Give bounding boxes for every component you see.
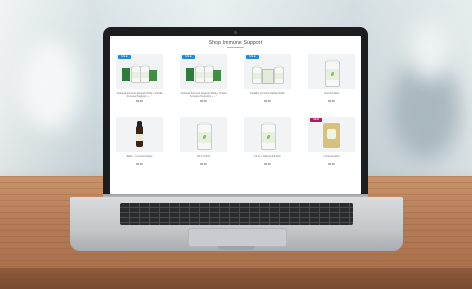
product-name[interactable]: Vit D + Vitamin K2 Zinc xyxy=(244,155,291,162)
product-name[interactable]: "Optimal Immune Support Pack + Power Imm… xyxy=(180,92,227,99)
product-price: $0.00 xyxy=(328,100,335,103)
sale-badge: SALE xyxy=(246,55,259,59)
title-underline xyxy=(227,47,244,48)
product-image[interactable] xyxy=(116,117,163,152)
product-card[interactable]: SALE "Optimal Immune Support Pack + Powe… xyxy=(180,54,227,103)
product-card[interactable]: Vit D + Vitamin K2 Zinc $0.00 xyxy=(244,117,291,166)
product-image[interactable]: SALE xyxy=(116,54,163,89)
product-card[interactable]: Vit C Citrus $0.00 xyxy=(180,117,227,166)
product-image[interactable]: SALE xyxy=(244,54,291,89)
product-image[interactable] xyxy=(308,54,355,89)
product-price: $0.00 xyxy=(264,100,271,103)
new-badge: NEW xyxy=(310,118,323,122)
product-name[interactable]: Elder... Immune Drops xyxy=(116,155,163,162)
product-card[interactable]: NEW Immune Flora $0.00 xyxy=(308,117,355,166)
product-card[interactable]: SALE "Healthy Immune Starter Pack" $0.00 xyxy=(244,54,291,103)
laptop-base xyxy=(70,197,403,251)
product-name[interactable]: Vit C Citrus xyxy=(180,155,227,162)
background-blur xyxy=(410,20,450,80)
background-blur xyxy=(20,40,80,130)
lid-notch xyxy=(218,246,255,250)
table-edge xyxy=(0,268,472,289)
product-image[interactable] xyxy=(180,117,227,152)
keyboard[interactable] xyxy=(120,203,353,225)
product-price: $0.00 xyxy=(200,163,207,166)
product-price: $0.00 xyxy=(264,163,271,166)
product-price: $0.00 xyxy=(328,163,335,166)
product-name[interactable]: Immune Flora xyxy=(308,155,355,162)
product-price: $0.00 xyxy=(136,100,143,103)
laptop-screen: Shop Immune Support SALE "Optimal Immune… xyxy=(110,36,361,194)
product-card[interactable]: Immune Max $0.00 xyxy=(308,54,355,103)
product-name[interactable]: "Optimal Immune Support Pack + Kinder Im… xyxy=(116,92,163,99)
laptop-lid: Shop Immune Support SALE "Optimal Immune… xyxy=(103,27,368,197)
sale-badge: SALE xyxy=(182,55,195,59)
page-title: Shop Immune Support xyxy=(208,40,263,46)
product-name[interactable]: "Healthy Immune Starter Pack" xyxy=(244,92,291,99)
trackpad[interactable] xyxy=(188,228,287,247)
product-price: $0.00 xyxy=(136,163,143,166)
product-image[interactable]: SALE xyxy=(180,54,227,89)
product-name[interactable]: Immune Max xyxy=(308,92,355,99)
product-price: $0.00 xyxy=(200,100,207,103)
product-image[interactable]: NEW xyxy=(308,117,355,152)
camera-icon xyxy=(234,31,237,34)
sale-badge: SALE xyxy=(118,55,131,59)
product-card[interactable]: Elder... Immune Drops $0.00 xyxy=(116,117,163,166)
product-image[interactable] xyxy=(244,117,291,152)
product-card[interactable]: SALE "Optimal Immune Support Pack + Kind… xyxy=(116,54,163,103)
